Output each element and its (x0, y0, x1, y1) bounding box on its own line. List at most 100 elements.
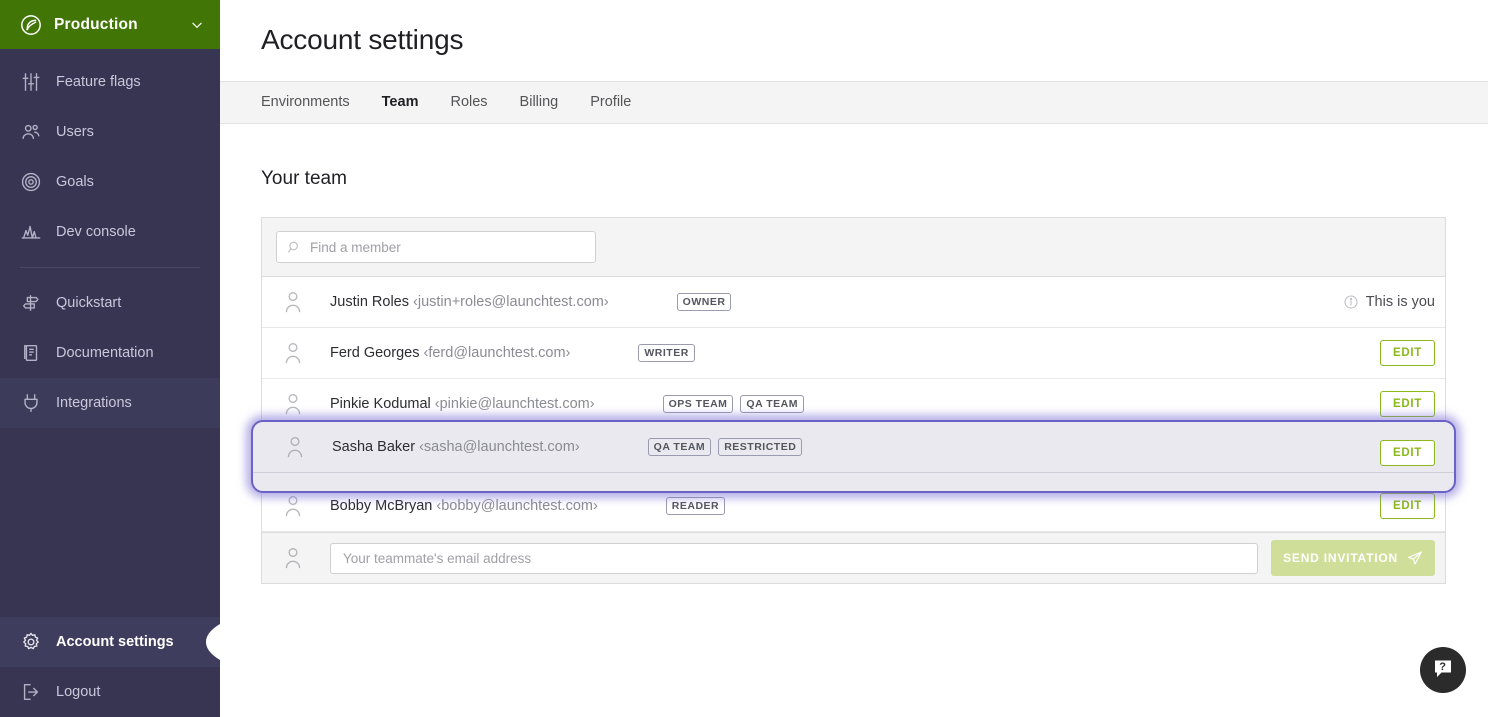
chevron-left-icon[interactable] (200, 624, 220, 660)
member-full-name: Ferd Georges (330, 345, 420, 361)
member-full-name: Sasha Baker (332, 439, 416, 455)
tab-profile[interactable]: Profile (590, 81, 631, 124)
row-action: EDIT (1380, 340, 1435, 366)
edit-button[interactable]: EDIT (1380, 493, 1435, 519)
member-email: ‹justin+roles@launchtest.com› (413, 294, 609, 310)
table-row[interactable]: Ferd Georges ‹ferd@launchtest.com› WRITE… (262, 328, 1445, 379)
sidebar-item-label: Goals (56, 174, 94, 190)
person-icon (282, 392, 304, 416)
member-full-name: Bobby McBryan (330, 498, 433, 514)
member-name: Pinkie Kodumal ‹pinkie@launchtest.com› (330, 396, 595, 412)
sidebar-item-users[interactable]: Users (0, 107, 220, 157)
section-title: Your team (261, 168, 347, 189)
team-card: Find a member Justin Roles ‹justin+roles… (251, 217, 1456, 584)
table-row-selected-slot: Sasha Baker ‹sasha@launchtest.com› QA TE… (251, 420, 1456, 493)
member-full-name: Justin Roles (330, 294, 409, 310)
tab-environments[interactable]: Environments (261, 81, 350, 124)
logout-icon (20, 681, 42, 703)
table-row[interactable]: Sasha Baker ‹sasha@launchtest.com› QA TE… (253, 422, 1454, 473)
sidebar-item-integrations[interactable]: Integrations (0, 378, 220, 428)
sidebar-item-label: Quickstart (56, 295, 122, 311)
sidebar-item-account-settings[interactable]: Account settings (0, 617, 220, 667)
sidebar-item-label: Users (56, 124, 94, 140)
person-icon (282, 341, 304, 365)
member-email: ‹sasha@launchtest.com› (419, 439, 580, 455)
this-is-you-label: This is you (1343, 294, 1435, 310)
signpost-icon (20, 292, 42, 314)
tab-team[interactable]: Team (382, 81, 419, 124)
member-email: ‹bobby@launchtest.com› (436, 498, 598, 514)
sidebar-item-label: Documentation (56, 345, 154, 361)
person-icon (282, 546, 304, 570)
paper-plane-icon (1407, 550, 1423, 566)
book-icon (20, 342, 42, 364)
tab-billing[interactable]: Billing (520, 81, 559, 124)
app-root: Production Feature flags Users Goals Dev… (0, 0, 1488, 717)
person-icon (282, 290, 304, 314)
question-bubble-icon: ? (1431, 656, 1455, 685)
edit-button[interactable]: EDIT (1380, 340, 1435, 366)
this-is-you-text: This is you (1365, 294, 1435, 310)
sidebar-item-goals[interactable]: Goals (0, 157, 220, 207)
member-badges: OPS TEAM QA TEAM (662, 395, 1380, 413)
focus-ring: Sasha Baker ‹sasha@launchtest.com› QA TE… (251, 420, 1456, 493)
member-full-name: Pinkie Kodumal (330, 396, 431, 412)
member-badges: READER (665, 497, 1380, 515)
status-badge: QA TEAM (740, 395, 804, 413)
environment-name: Production (54, 15, 138, 33)
help-button[interactable]: ? (1420, 647, 1466, 693)
sidebar-item-label: Dev console (56, 224, 136, 240)
team-search-bar: Find a member (262, 218, 1445, 277)
page-title: Account settings (261, 24, 464, 55)
tab-roles[interactable]: Roles (450, 81, 487, 124)
member-name: Bobby McBryan ‹bobby@launchtest.com› (330, 498, 598, 514)
member-email: ‹pinkie@launchtest.com› (434, 396, 595, 412)
member-name: Justin Roles ‹justin+roles@launchtest.co… (330, 294, 609, 310)
sidebar-item-documentation[interactable]: Documentation (0, 328, 220, 378)
chevron-down-icon[interactable] (190, 18, 204, 32)
sidebar-divider (20, 267, 200, 268)
sidebar-nav-bottom: Account settings Logout (0, 617, 220, 717)
info-icon (1343, 294, 1359, 310)
send-invitation-label: SEND INVITATION (1283, 551, 1398, 565)
table-row[interactable]: Justin Roles ‹justin+roles@launchtest.co… (262, 277, 1445, 328)
sidebar: Production Feature flags Users Goals Dev… (0, 0, 220, 717)
member-badges: WRITER (638, 344, 1380, 362)
sidebar-item-label: Account settings (56, 634, 174, 650)
status-badge: OWNER (676, 293, 732, 311)
chart-icon (20, 221, 42, 243)
focus-ring-tail (253, 473, 1454, 491)
sidebar-item-label: Logout (56, 684, 101, 700)
send-invitation-button[interactable]: SEND INVITATION (1271, 540, 1435, 576)
member-badges: OWNER (676, 293, 1343, 311)
status-badge: QA TEAM (647, 438, 712, 456)
member-name: Sasha Baker ‹sasha@launchtest.com› (332, 439, 580, 455)
edit-button[interactable]: EDIT (1380, 440, 1435, 466)
member-email: ‹ferd@launchtest.com› (423, 345, 571, 361)
status-badge: OPS TEAM (662, 395, 734, 413)
leaf-icon (20, 14, 42, 36)
sidebar-item-logout[interactable]: Logout (0, 667, 220, 717)
row-action: EDIT (1380, 493, 1435, 519)
settings-tabs: Environments Team Roles Billing Profile (220, 81, 1488, 124)
users-icon (20, 121, 42, 143)
invite-placeholder: Your teammate's email address (343, 550, 532, 566)
search-input[interactable]: Find a member (276, 231, 596, 263)
main-content: Account settings Environments Team Roles… (220, 0, 1488, 717)
sidebar-nav-primary: Feature flags Users Goals Dev console Qu… (0, 49, 220, 428)
status-badge: RESTRICTED (718, 438, 803, 456)
sidebar-item-label: Integrations (56, 395, 132, 411)
invite-row: Your teammate's email address SEND INVIT… (262, 532, 1445, 583)
member-badges: QA TEAM RESTRICTED (647, 438, 1433, 456)
sidebar-item-feature-flags[interactable]: Feature flags (0, 57, 220, 107)
member-name: Ferd Georges ‹ferd@launchtest.com› (330, 345, 570, 361)
person-icon (282, 494, 304, 518)
target-icon (20, 171, 42, 193)
sidebar-item-dev-console[interactable]: Dev console (0, 207, 220, 257)
edit-button[interactable]: EDIT (1380, 391, 1435, 417)
environment-switcher[interactable]: Production (0, 0, 220, 49)
invite-email-input[interactable]: Your teammate's email address (330, 542, 1259, 574)
sliders-icon (20, 71, 42, 93)
sidebar-item-quickstart[interactable]: Quickstart (0, 278, 220, 328)
gear-icon (20, 631, 42, 653)
